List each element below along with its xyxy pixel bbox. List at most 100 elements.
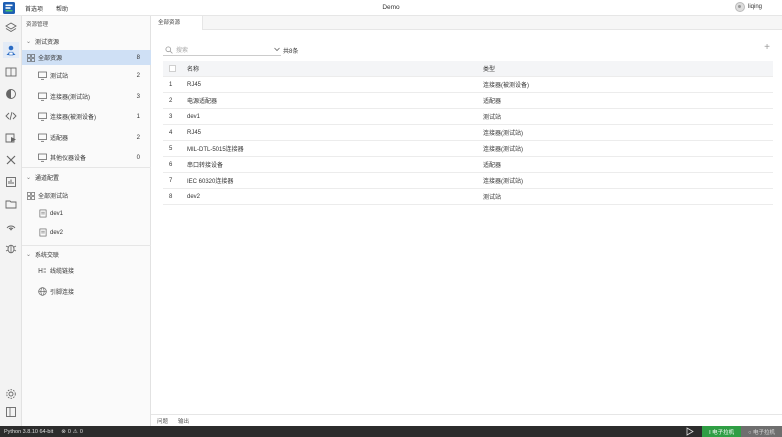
sidebar-item-adapter[interactable]: 适配器 2 xyxy=(22,130,151,145)
sidebar-item-all-stations[interactable]: 全部测试站 xyxy=(22,188,151,203)
cell-name: dev2 xyxy=(187,193,201,200)
row-index: 5 xyxy=(169,145,173,152)
code-icon[interactable] xyxy=(3,108,19,124)
table-row[interactable]: 2 电源适配器 适配器 xyxy=(163,93,773,109)
section-channel-config[interactable]: ⌄ 通道配置 xyxy=(26,173,59,182)
tab-output[interactable]: 输出 xyxy=(178,417,189,425)
settings-icon[interactable] xyxy=(3,386,19,402)
sidebar-item-cable-link[interactable]: 线缆链接 xyxy=(22,263,151,278)
sidebar-item-test-station[interactable]: 测试站 2 xyxy=(22,68,151,83)
warning-icon: ⚠ xyxy=(72,428,78,435)
sidebar-item-label: 全部资源 xyxy=(38,56,63,62)
sidebar-item-connector-station[interactable]: 连接器(测试站) 3 xyxy=(22,89,151,104)
folder-icon[interactable] xyxy=(3,196,19,212)
search-input[interactable]: 搜索 xyxy=(163,44,281,56)
run-test-icon[interactable] xyxy=(3,130,19,146)
chevron-down-icon[interactable] xyxy=(273,45,281,53)
user-menu[interactable]: liqing xyxy=(734,2,762,12)
globe-icon xyxy=(38,287,47,296)
offline-button[interactable]: ○ 电子拉机 xyxy=(741,426,782,437)
monitor-icon xyxy=(38,71,47,80)
online-button[interactable]: I 电子拉机 xyxy=(702,426,742,437)
grid-icon xyxy=(26,191,35,200)
row-index: 6 xyxy=(169,161,173,168)
sidebar-item-dev2[interactable]: dev2 xyxy=(22,225,151,240)
monitor-icon xyxy=(38,153,47,162)
document-icon xyxy=(38,228,47,237)
tools-icon[interactable] xyxy=(3,152,19,168)
section-label: 通道配置 xyxy=(35,176,60,182)
resource-manager-icon[interactable] xyxy=(3,42,19,58)
chevron-down-icon: ⌄ xyxy=(26,39,32,45)
search-placeholder: 搜索 xyxy=(176,48,189,54)
signal-icon[interactable] xyxy=(3,218,19,234)
chevron-down-icon: ⌄ xyxy=(26,175,32,181)
monitor-icon xyxy=(38,92,47,101)
search-icon xyxy=(165,45,173,54)
cell-name: RJ45 xyxy=(187,81,202,88)
contrast-icon[interactable] xyxy=(3,86,19,102)
cell-type: 连接器(测试站) xyxy=(483,179,523,185)
column-header-type[interactable]: 类型 xyxy=(483,64,773,73)
monitor-icon xyxy=(38,112,47,121)
add-resource-button[interactable]: + xyxy=(764,43,770,53)
status-bar: Python 3.8.10 64-bit ⊗ 0 ⚠ 0 I 电子拉机 ○ 电子… xyxy=(0,426,782,437)
cell-type: 适配器 xyxy=(483,163,502,169)
table-row[interactable]: 7 IEC 60320连接器 连接器(测试站) xyxy=(163,173,773,189)
cell-name: 串口转接设备 xyxy=(187,163,224,169)
table-row[interactable]: 4 RJ45 连接器(测试站) xyxy=(163,125,773,141)
table-row[interactable]: 1 RJ45 连接器(被测设备) xyxy=(163,77,773,93)
menu-help[interactable]: 帮助 xyxy=(56,4,68,13)
sidebar-item-dev1[interactable]: dev1 xyxy=(22,206,151,221)
grid-icon xyxy=(26,53,35,62)
count-badge: 1 xyxy=(136,113,140,120)
sidebar-item-label: dev1 xyxy=(50,210,64,217)
select-all-checkbox[interactable] xyxy=(169,65,176,72)
sidebar-item-all-resources[interactable]: 全部资源 8 xyxy=(22,50,151,65)
book-icon[interactable] xyxy=(3,64,19,80)
app-logo-icon xyxy=(3,2,15,14)
python-interpreter[interactable]: Python 3.8.10 64-bit xyxy=(4,429,53,435)
activity-bar xyxy=(0,16,22,426)
cell-name: RJ45 xyxy=(187,129,202,136)
total-count: 共8条 xyxy=(283,49,299,55)
avatar xyxy=(734,2,745,12)
sidebar-item-label: 引脚连接 xyxy=(50,290,75,296)
main-content: 全部资源 搜索 共8条 + 名称 类型 1 RJ45 连接器(被测设备) 2 电… xyxy=(151,16,782,414)
error-icon: ⊗ xyxy=(61,428,66,435)
link-icon xyxy=(38,266,47,275)
sidebar-item-pin-connection[interactable]: 引脚连接 xyxy=(22,284,151,299)
table-row[interactable]: 8 dev2 测试站 xyxy=(163,189,773,205)
section-label: 系统交联 xyxy=(35,253,60,259)
cell-type: 连接器(测试站) xyxy=(483,131,523,137)
layers-icon[interactable] xyxy=(3,20,19,36)
cell-name: IEC 60320连接器 xyxy=(187,179,234,185)
table-row[interactable]: 6 串口转接设备 适配器 xyxy=(163,157,773,173)
sidebar-item-other-instruments[interactable]: 其他仪器设备 0 xyxy=(22,150,151,165)
section-system-interconnect[interactable]: ⌄ 系统交联 xyxy=(26,250,59,259)
menu-preferences[interactable]: 首选项 xyxy=(25,4,43,13)
row-index: 4 xyxy=(169,129,173,136)
cell-name: MIL-DTL-5015连接器 xyxy=(187,147,244,153)
resource-sidebar: 资源管理 ⌄ 测试资源 全部资源 8 测试站 2 连接器(测试站) 3 连接器(… xyxy=(22,16,151,426)
window-title: Demo xyxy=(382,4,400,11)
section-test-resources[interactable]: ⌄ 测试资源 xyxy=(26,37,59,46)
tab-all-resources[interactable]: 全部资源 xyxy=(151,16,203,30)
bug-icon[interactable] xyxy=(3,240,19,256)
problems-indicator[interactable]: ⊗ 0 ⚠ 0 xyxy=(61,429,83,435)
tab-problems[interactable]: 问题 xyxy=(157,417,168,425)
section-label: 测试资源 xyxy=(35,40,60,46)
panel-toggle-icon[interactable] xyxy=(3,404,19,420)
bottom-panel: 问题 输出 xyxy=(151,414,782,426)
table-row[interactable]: 3 dev1 测试站 xyxy=(163,109,773,125)
count-badge: 0 xyxy=(136,154,140,161)
column-header-name[interactable]: 名称 xyxy=(187,64,483,73)
cell-type: 连接器(测试站) xyxy=(483,147,523,153)
table-row[interactable]: 5 MIL-DTL-5015连接器 连接器(测试站) xyxy=(163,141,773,157)
sidebar-item-label: 全部测试站 xyxy=(38,194,69,200)
report-icon[interactable] xyxy=(3,174,19,190)
sidebar-item-label: 连接器(测试站) xyxy=(50,95,90,101)
sidebar-item-connector-dut[interactable]: 连接器(被测设备) 1 xyxy=(22,109,151,124)
play-icon[interactable] xyxy=(685,427,694,436)
cell-type: 适配器 xyxy=(483,99,502,105)
